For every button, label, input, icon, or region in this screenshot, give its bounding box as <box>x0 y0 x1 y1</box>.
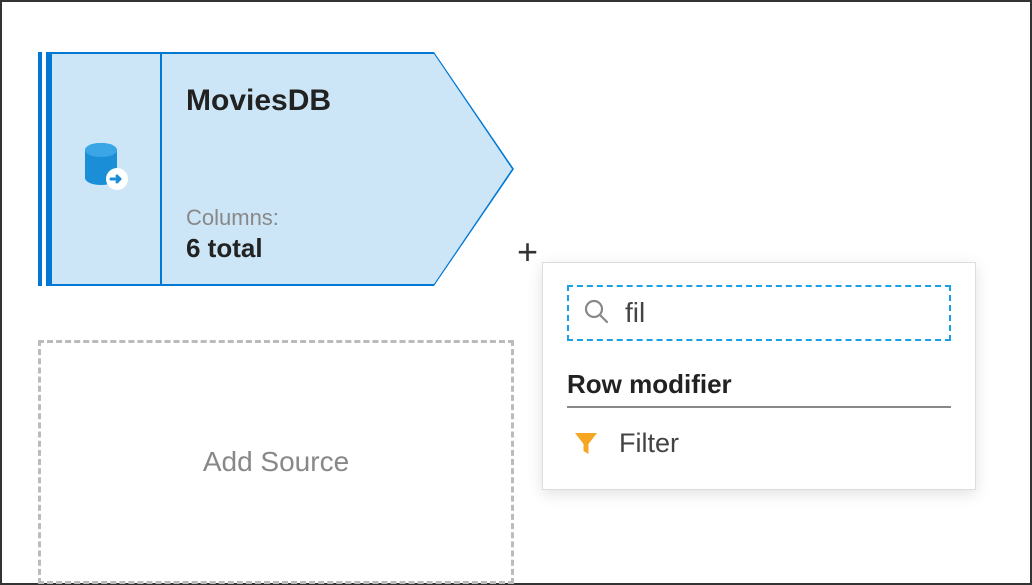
transformation-picker-popup: Row modifier Filter <box>542 262 976 490</box>
source-body: MoviesDB Columns: 6 total <box>160 52 434 286</box>
menu-item-label: Filter <box>619 428 679 459</box>
section-header-row-modifier: Row modifier <box>567 369 951 400</box>
source-node-moviesdb[interactable]: MoviesDB Columns: 6 total <box>38 52 434 286</box>
database-icon <box>83 141 129 198</box>
source-columns-info: Columns: 6 total <box>186 205 414 264</box>
add-step-button[interactable]: + <box>517 234 538 270</box>
source-columns-label: Columns: <box>186 205 414 231</box>
search-input[interactable] <box>625 297 935 329</box>
source-selected-handle <box>38 52 52 286</box>
source-title: MoviesDB <box>186 84 414 118</box>
filter-icon <box>571 431 601 457</box>
add-source-placeholder[interactable]: Add Source <box>38 340 514 584</box>
search-box[interactable] <box>567 285 951 341</box>
source-columns-count: 6 total <box>186 233 414 264</box>
add-source-label: Add Source <box>203 446 349 478</box>
search-icon <box>583 298 609 329</box>
section-divider <box>567 406 951 408</box>
menu-item-filter[interactable]: Filter <box>567 420 951 467</box>
source-icon-column <box>52 52 160 286</box>
plus-icon: + <box>517 231 538 272</box>
